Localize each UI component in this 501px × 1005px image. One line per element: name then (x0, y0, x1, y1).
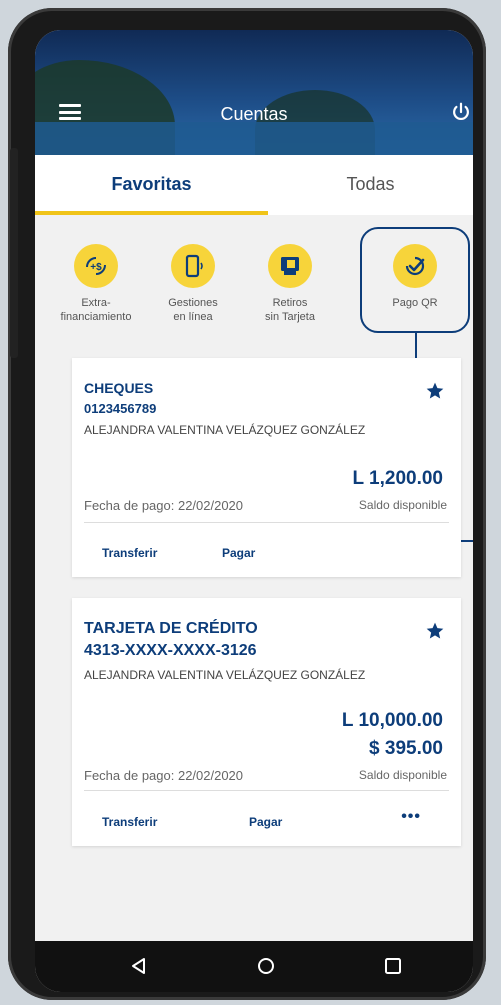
account-card-cheques[interactable]: CHEQUES 0123456789 ALEJANDRA VALENTINA V… (72, 358, 461, 577)
highlight-box (360, 227, 470, 333)
pay-button[interactable]: Pagar (249, 815, 282, 829)
svg-text:+$: +$ (90, 262, 102, 273)
balance-label: Saldo disponible (358, 768, 447, 782)
account-card-credit[interactable]: TARJETA DE CRÉDITO 4313-XXXX-XXXX-3126 A… (72, 598, 461, 846)
quick-action-extrafinanciamiento[interactable]: +$ Extra-financiamiento (51, 244, 141, 324)
quick-action-label: Gestiones en línea (168, 297, 218, 323)
balance-amount-usd: $ 395.00 (369, 738, 443, 759)
transfer-button[interactable]: Transferir (102, 815, 157, 829)
recents-icon[interactable] (381, 954, 405, 978)
header-photo-sea (35, 122, 473, 155)
account-type: CHEQUES (84, 380, 154, 396)
header: Cuentas (35, 30, 473, 155)
money-plus-icon: +$ (74, 244, 118, 288)
account-type: TARJETA DE CRÉDITO (84, 620, 258, 637)
divider (84, 790, 449, 791)
quick-action-label: Retiros sin Tarjeta (265, 297, 315, 323)
back-icon[interactable] (127, 954, 151, 978)
more-options-button[interactable]: ••• (401, 808, 421, 826)
phone-icon (171, 244, 215, 288)
due-date: Fecha de pago: 22/02/2020 (84, 498, 244, 513)
pay-button[interactable]: Pagar (222, 546, 255, 560)
quick-action-label: Extra-financiamiento (60, 297, 132, 323)
tab-todas[interactable]: Todas (268, 155, 473, 215)
account-number: 4313-XXXX-XXXX-3126 (84, 642, 257, 659)
tab-favoritas[interactable]: Favoritas (35, 155, 268, 215)
screen: Cuentas Favoritas Todas +$ Extra-financi… (35, 30, 473, 992)
system-nav-bar (35, 941, 473, 992)
account-number: 0123456789 (84, 401, 157, 416)
home-icon[interactable] (254, 954, 278, 978)
divider (84, 522, 449, 523)
power-icon[interactable] (450, 101, 472, 123)
side-button (10, 148, 18, 358)
balance-label: Saldo disponible (358, 498, 447, 512)
due-date: Fecha de pago: 22/02/2020 (84, 768, 244, 783)
atm-phone-icon (268, 244, 312, 288)
account-holder: ALEJANDRA VALENTINA VELÁZQUEZ GONZÁLEZ (84, 668, 366, 682)
quick-action-retiros[interactable]: Retiros sin Tarjeta (245, 244, 335, 324)
phone-frame: Cuentas Favoritas Todas +$ Extra-financi… (8, 8, 486, 1000)
page-title: Cuentas (220, 104, 288, 124)
balance-amount: L 1,200.00 (352, 468, 443, 489)
balance-amount: L 10,000.00 (341, 710, 443, 731)
tab-bar: Favoritas Todas (35, 155, 473, 215)
star-icon[interactable] (425, 381, 445, 401)
star-icon[interactable] (425, 621, 445, 641)
quick-action-gestiones[interactable]: Gestiones en línea (148, 244, 238, 324)
account-holder: ALEJANDRA VALENTINA VELÁZQUEZ GONZÁLEZ (84, 423, 366, 437)
transfer-button[interactable]: Transferir (102, 546, 157, 560)
